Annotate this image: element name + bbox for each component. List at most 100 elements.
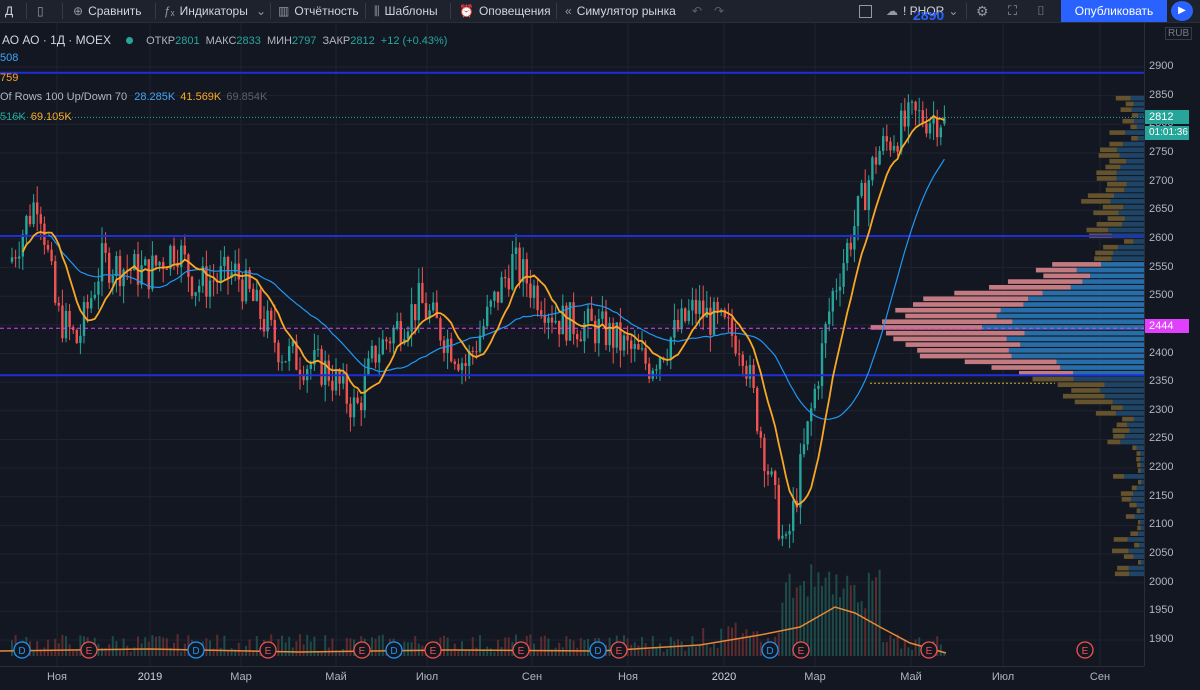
financials-button[interactable]: ▥ Отчётность	[278, 0, 359, 22]
volume-bar	[831, 594, 834, 656]
dividend-marker[interactable]: D	[187, 641, 205, 659]
candle-body	[637, 344, 640, 350]
volume-bar	[867, 572, 870, 656]
redo-button[interactable]: ↷	[714, 0, 724, 22]
volume-bar	[705, 645, 708, 656]
price-tick: 2650	[1149, 203, 1174, 216]
candle-body	[885, 136, 888, 142]
profile-row-up	[1110, 199, 1144, 204]
price-tick: 2850	[1149, 88, 1174, 101]
close-label: ЗАКР	[322, 35, 351, 47]
volume-bar	[216, 634, 219, 656]
earnings-marker[interactable]: E	[512, 641, 530, 659]
indicators-button[interactable]: ƒₓ Индикаторы	[164, 0, 248, 22]
profile-row-up	[1133, 101, 1144, 107]
templates-button[interactable]: ⫼ Шаблоны	[374, 0, 438, 22]
volume-bar	[309, 641, 312, 656]
profile-row-up	[1120, 164, 1144, 170]
profile-row-down	[1112, 428, 1130, 433]
last-price-tag: 2812	[1145, 110, 1189, 124]
volume-bar	[630, 644, 633, 656]
time-axis[interactable]: Ноя 2019 Мар Май Июл Сен Ноя 2020 Мар Май Июл Сен	[0, 666, 1144, 690]
candle-body	[316, 348, 320, 350]
candle-body	[356, 397, 359, 403]
layout-button[interactable]	[859, 0, 872, 22]
chart-style-button[interactable]: ▯	[37, 0, 49, 22]
settings-button[interactable]: ⚙	[976, 0, 989, 22]
candle-body	[410, 304, 413, 332]
publish-button[interactable]: Опубликовать	[1061, 0, 1167, 22]
volume-bar	[302, 644, 305, 656]
volume-bar	[637, 645, 640, 656]
volume-bar	[662, 651, 665, 656]
earnings-marker[interactable]: E	[424, 641, 442, 659]
volume-bar	[835, 574, 838, 656]
profile-row-down	[1111, 548, 1129, 554]
candle-body	[507, 278, 510, 290]
snapshot-button[interactable]: ⌷	[1037, 0, 1045, 22]
candle-body	[547, 317, 550, 323]
earnings-marker[interactable]: E	[80, 641, 98, 659]
volume-bar	[32, 651, 35, 656]
volume-bar	[547, 638, 550, 656]
candle-body	[165, 268, 168, 270]
candle-body	[860, 182, 863, 197]
candle-body	[835, 290, 838, 292]
earnings-marker[interactable]: E	[1076, 641, 1094, 659]
profile-row-up	[1136, 485, 1144, 491]
earnings-marker[interactable]: E	[920, 641, 938, 659]
ma-fast-line[interactable]	[21, 114, 945, 507]
dividend-marker[interactable]: D	[385, 641, 403, 659]
profile-row-up	[1028, 296, 1144, 302]
earnings-marker[interactable]: E	[259, 641, 277, 659]
interval-button[interactable]: Д	[5, 0, 13, 22]
dividend-marker[interactable]: D	[589, 641, 607, 659]
candle-body	[435, 302, 438, 319]
candle-body	[439, 318, 442, 341]
volume-bar	[378, 635, 381, 656]
volume-profile-legend[interactable]: Of Rows 100 Up/Down 70 28.285K 41.569K 6…	[0, 91, 267, 103]
ma-fast-value[interactable]: 759	[0, 72, 18, 84]
legend-symbol[interactable]: АО АО · 1Д · MOEX	[2, 33, 111, 47]
volume-bar	[842, 588, 845, 656]
volume-legend[interactable]: 516K 69.105K	[0, 111, 72, 123]
candle-body	[183, 245, 186, 255]
undo-button[interactable]: ↶	[692, 0, 702, 22]
alerts-button[interactable]: ⏰ Оповещения	[459, 0, 551, 22]
candle-body	[414, 304, 417, 321]
earnings-marker[interactable]: E	[610, 641, 628, 659]
ma-slow-value[interactable]: 508	[0, 52, 18, 64]
dividend-marker[interactable]: D	[13, 641, 31, 659]
profile-row-down	[1136, 508, 1141, 514]
price-chart[interactable]: DEDEEDEEDEDEEE	[0, 23, 1144, 666]
candle-body	[871, 157, 874, 181]
chart-pane[interactable]: D E D E E D E E D E D E E E АО АО · 1Д · MOEX ОТКР280…	[0, 23, 1144, 666]
ma-slow-line[interactable]	[47, 158, 945, 420]
dividend-marker[interactable]: D	[761, 641, 779, 659]
play-button[interactable]: ▶	[1171, 1, 1193, 21]
replay-button[interactable]: « Симулятор рынка	[565, 0, 676, 22]
earnings-marker[interactable]: E	[353, 641, 371, 659]
candle-body	[259, 289, 262, 319]
candle-body	[79, 335, 82, 344]
event-marker-label: E	[1082, 646, 1089, 657]
earnings-marker[interactable]: E	[792, 641, 810, 659]
replay-label: Симулятор рынка	[576, 4, 676, 18]
compare-button[interactable]: ⊕ Сравнить	[73, 0, 142, 22]
indicators-dropdown[interactable]: ⌄	[256, 0, 266, 22]
candle-body	[640, 348, 644, 350]
candle-body	[734, 335, 737, 354]
volume-bar	[295, 641, 298, 656]
event-marker-label: E	[518, 646, 525, 657]
fullscreen-button[interactable]: ⛶	[1008, 0, 1017, 22]
profile-row-down	[1137, 462, 1141, 468]
candle-body	[540, 310, 543, 315]
profile-row-up	[1127, 537, 1144, 542]
profile-row-down	[991, 365, 1061, 370]
currency-badge[interactable]: RUB	[1165, 27, 1193, 40]
profile-row-down	[1096, 221, 1123, 227]
volume-bar	[885, 642, 888, 656]
price-axis[interactable]: 2900285028002750270026502600255025002450…	[1144, 23, 1200, 666]
candle-body	[648, 363, 651, 379]
templates-icon: ⫼	[374, 4, 380, 18]
